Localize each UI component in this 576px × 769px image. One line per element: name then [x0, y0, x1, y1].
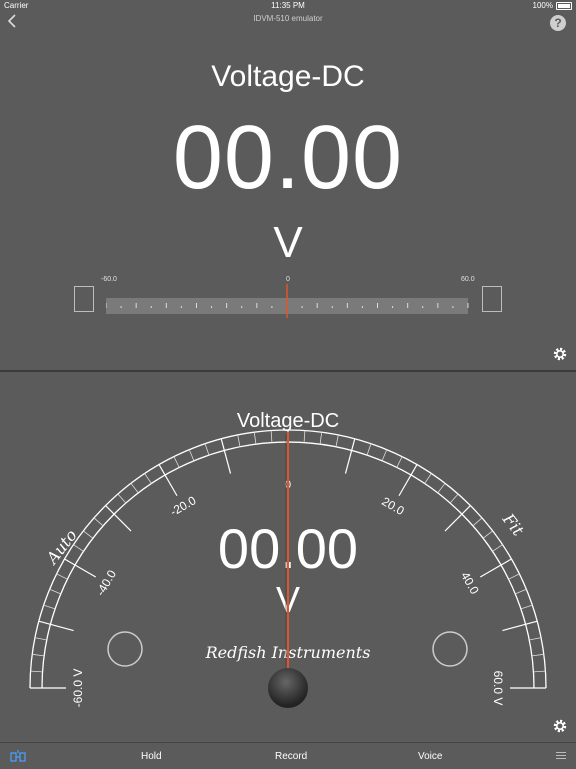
- range-down-box[interactable]: [74, 286, 94, 312]
- gauge-minor-tick: [173, 456, 180, 468]
- gauge-tick-label: -40.0: [93, 567, 119, 598]
- battery-percent: 100%: [532, 1, 553, 10]
- gauge-minor-tick: [319, 432, 323, 445]
- gauge-minor-tick: [531, 653, 544, 657]
- bottom-settings-gear-icon[interactable]: [552, 718, 568, 734]
- gauge-minor-tick: [533, 670, 546, 673]
- status-bar: Carrier 11:35 PM 100%: [0, 0, 576, 12]
- gauge-minor-tick: [449, 493, 459, 504]
- gauge-minor-tick: [303, 430, 306, 443]
- bluetooth-device-icon[interactable]: [10, 749, 26, 763]
- gauge-minor-tick: [515, 588, 527, 595]
- fit-mode-label[interactable]: Fit: [498, 509, 528, 540]
- gauge-minor-tick: [437, 483, 446, 494]
- bottom-tab-bar: Hold Record Voice: [0, 742, 576, 769]
- bar-min-label: -60.0: [101, 276, 117, 283]
- needle-pivot-knob: [268, 668, 308, 708]
- voice-tab[interactable]: Voice: [418, 751, 442, 762]
- gauge-major-tick: [220, 438, 232, 474]
- gauge-minor-tick: [381, 449, 388, 461]
- right-range-button[interactable]: [432, 631, 468, 667]
- bar-center-label: 0: [286, 276, 290, 283]
- range-up-box[interactable]: [482, 286, 502, 312]
- gauge-minor-tick: [73, 544, 84, 552]
- gauge-minor-tick: [482, 530, 493, 539]
- nav-title: IDVM-510 emulator: [253, 14, 323, 23]
- top-reading: 00.00: [172, 108, 404, 208]
- gauge-minor-tick: [396, 456, 403, 468]
- gauge-minor-tick: [43, 604, 56, 610]
- record-tab[interactable]: Record: [275, 751, 307, 762]
- gauge-minor-tick: [188, 449, 195, 461]
- hold-tab[interactable]: Hold: [141, 751, 162, 762]
- gauge-minor-tick: [30, 670, 43, 673]
- gauge-minor-tick: [34, 637, 47, 641]
- gauge-tick-label: 60.0 V: [491, 671, 505, 706]
- left-range-button[interactable]: [107, 631, 143, 667]
- gauge-minor-tick: [56, 573, 68, 580]
- gauge-minor-tick: [492, 544, 503, 552]
- clock: 11:35 PM: [271, 1, 305, 10]
- battery-icon: [556, 1, 572, 10]
- gauge-tick-label: -60.0 V: [71, 669, 85, 708]
- top-settings-gear-icon[interactable]: [552, 346, 568, 362]
- gauge-minor-tick: [424, 473, 432, 484]
- auto-mode-label[interactable]: Auto: [41, 526, 81, 569]
- gauge-minor-tick: [204, 443, 210, 456]
- gauge-minor-tick: [270, 430, 273, 443]
- nav-bar: IDVM-510 emulator ?: [0, 12, 576, 31]
- gauge-minor-tick: [335, 434, 339, 447]
- top-mode-label: Voltage-DC: [211, 60, 365, 93]
- gauge-minor-tick: [253, 432, 257, 445]
- gauge-minor-tick: [117, 493, 127, 504]
- gauge-minor-tick: [520, 604, 533, 610]
- gauge-tick-label: 40.0: [458, 569, 482, 597]
- gauge-tick-label: -20.0: [168, 493, 199, 519]
- gauge-minor-tick: [529, 637, 542, 641]
- bar-max-label: 60.0: [461, 276, 475, 283]
- gauge-minor-tick: [49, 588, 61, 595]
- linear-bar-graph: [106, 284, 469, 318]
- gauge-major-tick: [38, 620, 74, 632]
- top-unit: V: [273, 218, 303, 267]
- gauge-minor-tick: [32, 653, 45, 657]
- gauge-mode-label: Voltage-DC: [237, 410, 339, 432]
- gauge-minor-tick: [366, 443, 372, 456]
- gauge-minor-tick: [93, 517, 104, 527]
- gauge-minor-tick: [130, 483, 139, 494]
- gauge-minor-tick: [144, 473, 152, 484]
- menu-icon[interactable]: [556, 752, 566, 760]
- gauge-major-tick: [344, 438, 356, 474]
- gauge-minor-tick: [472, 517, 483, 527]
- gauge-minor-tick: [237, 434, 241, 447]
- analog-gauge: -60.0 V -40.0 -20.0 20.0 40.0 60.0 V Voltage-…: [29, 410, 547, 708]
- gauge-minor-tick: [83, 530, 94, 539]
- gauge-major-tick: [502, 620, 538, 632]
- battery-indicator: 100%: [533, 1, 572, 10]
- gauge-minor-tick: [508, 573, 520, 580]
- gauge-tick-label: 20.0: [379, 494, 407, 518]
